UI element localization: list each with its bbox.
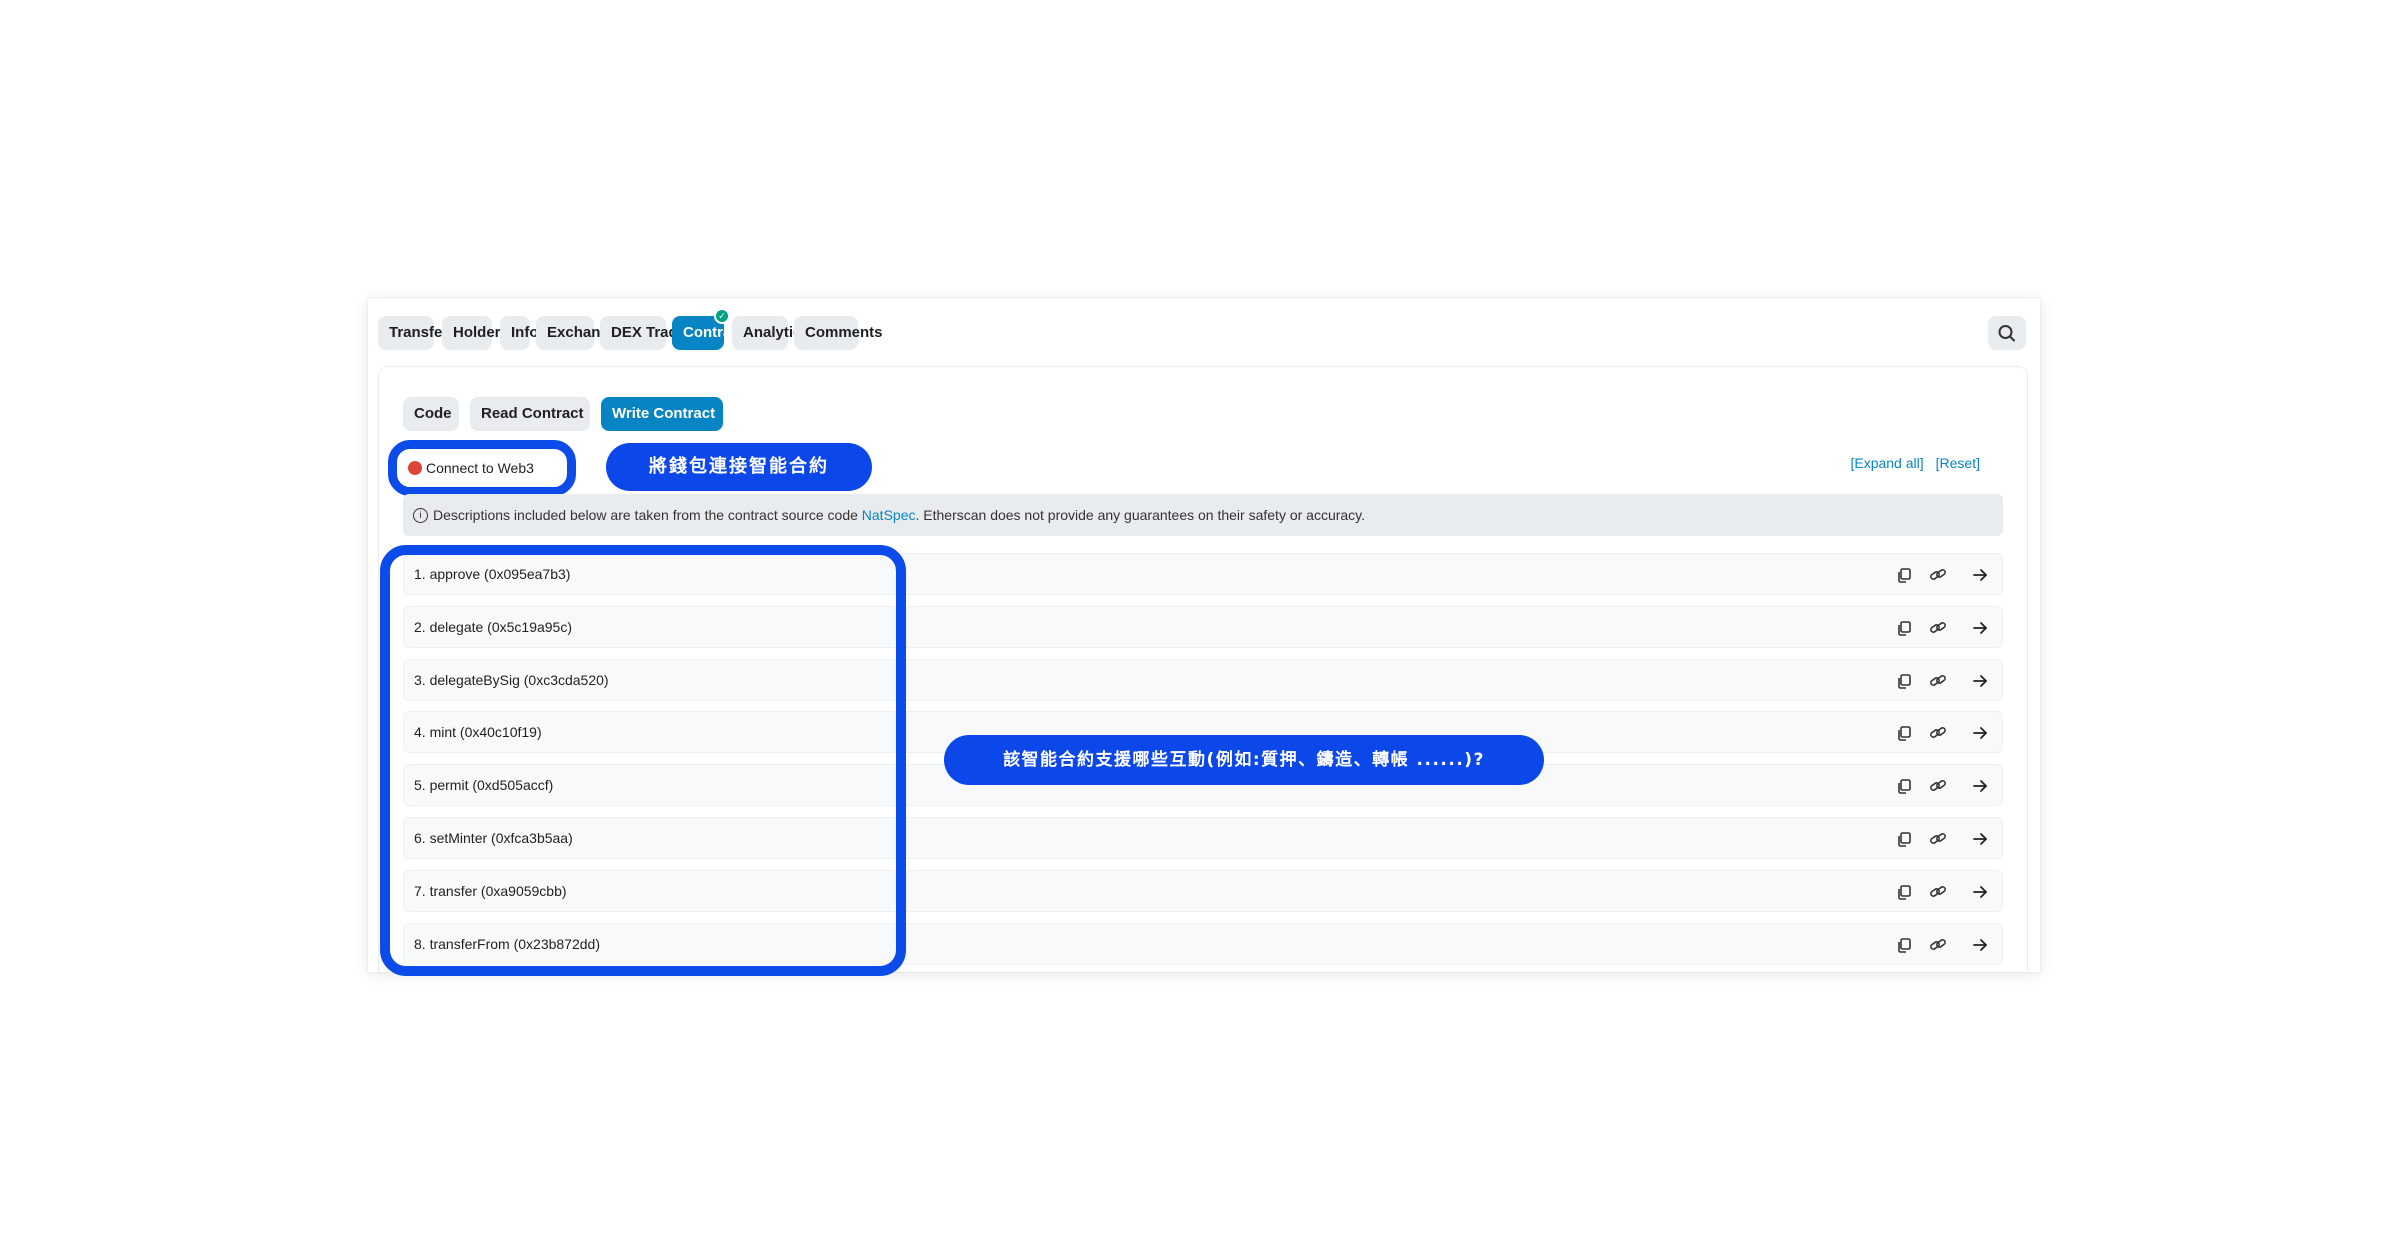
link-icon[interactable]	[1928, 618, 1948, 638]
link-icon[interactable]	[1928, 671, 1948, 691]
tab-holders[interactable]: Holders	[442, 316, 509, 350]
subtab-read-contract[interactable]: Read Contract	[470, 397, 590, 431]
copy-icon[interactable]	[1894, 935, 1914, 955]
tab-transfers[interactable]: Transfers	[378, 316, 457, 350]
link-icon[interactable]	[1928, 776, 1948, 796]
arrow-right-icon[interactable]	[1970, 618, 1990, 638]
arrow-right-icon[interactable]	[1970, 723, 1990, 743]
highlight-connect	[388, 440, 576, 496]
arrow-right-icon[interactable]	[1970, 671, 1990, 691]
tab-exchange[interactable]: Exchange	[536, 316, 618, 350]
arrow-right-icon[interactable]	[1970, 882, 1990, 902]
tab-dex-trades[interactable]: DEX Trades	[600, 316, 694, 350]
copy-icon[interactable]	[1894, 618, 1914, 638]
tab-analytics[interactable]: Analytics	[732, 316, 810, 350]
copy-icon[interactable]	[1894, 776, 1914, 796]
arrow-right-icon[interactable]	[1970, 776, 1990, 796]
subtab-code[interactable]: Code	[403, 397, 459, 431]
annotation-methods: 該智能合約支援哪些互動(例如:質押、鑄造、轉帳 ......)?	[944, 735, 1544, 785]
copy-icon[interactable]	[1894, 882, 1914, 902]
copy-icon[interactable]	[1894, 723, 1914, 743]
copy-icon[interactable]	[1894, 829, 1914, 849]
search-button[interactable]	[1988, 316, 2026, 350]
natspec-link[interactable]: NatSpec	[862, 507, 916, 523]
link-icon[interactable]	[1928, 723, 1948, 743]
link-icon[interactable]	[1928, 565, 1948, 585]
annotation-connect: 將錢包連接智能合約	[606, 443, 872, 491]
link-icon[interactable]	[1928, 882, 1948, 902]
arrow-right-icon[interactable]	[1970, 565, 1990, 585]
arrow-right-icon[interactable]	[1970, 829, 1990, 849]
link-icon[interactable]	[1928, 829, 1948, 849]
link-icon[interactable]	[1928, 935, 1948, 955]
natspec-notice: i Descriptions included below are taken f…	[403, 494, 2003, 536]
highlight-methods	[380, 545, 906, 976]
info-icon: i	[413, 507, 428, 523]
check-icon: ✓	[714, 308, 730, 324]
copy-icon[interactable]	[1894, 565, 1914, 585]
expand-controls: [Expand all] [Reset]	[1838, 455, 1980, 471]
notice-text-before: Descriptions included below are taken fr…	[433, 507, 862, 523]
copy-icon[interactable]	[1894, 671, 1914, 691]
subtab-write-contract[interactable]: Write Contract	[601, 397, 723, 431]
reset-link[interactable]: [Reset]	[1936, 455, 1980, 471]
tab-contract[interactable]: Contract ✓	[672, 308, 745, 350]
search-icon	[1998, 325, 2015, 342]
arrow-right-icon[interactable]	[1970, 935, 1990, 955]
expand-all-link[interactable]: [Expand all]	[1850, 455, 1923, 471]
notice-text-after: . Etherscan does not provide any guarant…	[915, 507, 1366, 523]
tab-comments[interactable]: Comments	[794, 316, 883, 350]
tab-info[interactable]: Info	[500, 316, 539, 350]
